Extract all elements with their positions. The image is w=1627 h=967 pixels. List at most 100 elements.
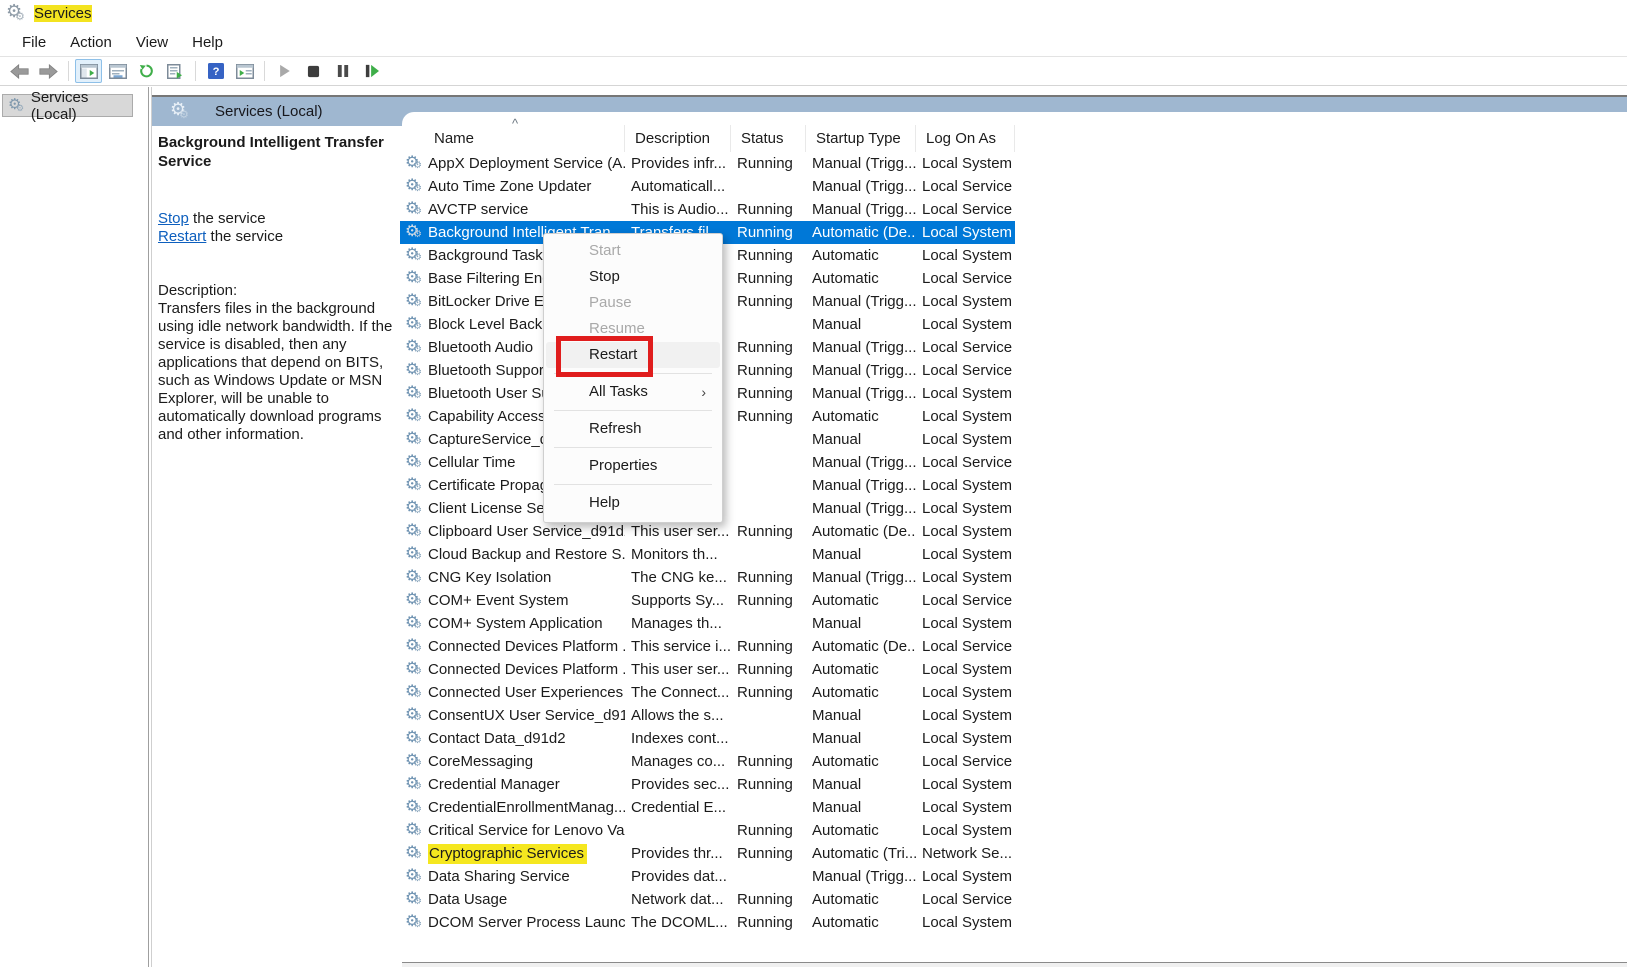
menu-view[interactable]: View bbox=[124, 32, 180, 54]
table-row[interactable]: ⚙⚙ConsentUX User Service_d91...Allows th… bbox=[400, 704, 1015, 727]
service-gear-icon: ⚙⚙ bbox=[404, 821, 428, 841]
refresh-button[interactable] bbox=[133, 59, 160, 83]
cell-status: Running bbox=[731, 247, 806, 264]
table-row[interactable]: ⚙⚙COM+ System ApplicationManages th...Ma… bbox=[400, 612, 1015, 635]
cell-startup-type: Automatic bbox=[806, 684, 916, 701]
service-gear-icon: ⚙⚙ bbox=[404, 407, 428, 427]
service-name: CaptureService_d9 bbox=[428, 431, 556, 448]
column-header-startup-type[interactable]: Startup Type bbox=[806, 125, 916, 152]
toolbar: ? bbox=[0, 56, 1627, 86]
cell-name: ⚙⚙Data Sharing Service bbox=[400, 867, 625, 887]
column-header-status[interactable]: Status bbox=[731, 125, 806, 152]
pause-service-button[interactable] bbox=[329, 59, 356, 83]
table-row[interactable]: ⚙⚙CredentialEnrollmentManag...Credential… bbox=[400, 796, 1015, 819]
show-action-pane-icon bbox=[236, 64, 254, 79]
cell-status: Running bbox=[731, 845, 806, 862]
service-name: Base Filtering Eng bbox=[428, 270, 551, 287]
cell-log-on-as: Local Service bbox=[916, 891, 1015, 908]
cell-status: Running bbox=[731, 822, 806, 839]
cell-description: The Connect... bbox=[625, 684, 731, 701]
service-name: Connected Devices Platform ... bbox=[428, 661, 625, 678]
restart-service-link[interactable]: Restart bbox=[158, 228, 206, 245]
table-row[interactable]: ⚙⚙Connected Devices Platform ...This ser… bbox=[400, 635, 1015, 658]
table-row[interactable]: ⚙⚙DCOM Server Process Launc...The DCOML.… bbox=[400, 911, 1015, 934]
column-header-description[interactable]: Description bbox=[625, 125, 731, 152]
cell-startup-type: Manual bbox=[806, 615, 916, 632]
table-row[interactable]: ⚙⚙Data UsageNetwork dat...RunningAutomat… bbox=[400, 888, 1015, 911]
cell-status: Running bbox=[731, 776, 806, 793]
cell-status: Running bbox=[731, 224, 806, 241]
service-gear-icon: ⚙⚙ bbox=[404, 246, 428, 266]
context-menu-item-stop[interactable]: Stop bbox=[544, 264, 722, 290]
cell-log-on-as: Local Service bbox=[916, 454, 1015, 471]
table-row[interactable]: ⚙⚙Cloud Backup and Restore S...Monitors … bbox=[400, 543, 1015, 566]
cell-startup-type: Manual (Trigg... bbox=[806, 454, 916, 471]
context-menu-item-pause[interactable]: Pause bbox=[544, 290, 722, 316]
service-gear-icon: ⚙⚙ bbox=[404, 315, 428, 335]
table-row[interactable]: ⚙⚙AppX Deployment Service (A...Provides … bbox=[400, 152, 1015, 175]
restart-service-button[interactable] bbox=[358, 59, 385, 83]
column-header-log-on-as[interactable]: Log On As bbox=[916, 125, 1015, 152]
cell-name: ⚙⚙CoreMessaging bbox=[400, 752, 625, 772]
service-name: CredentialEnrollmentManag... bbox=[428, 799, 625, 816]
context-menu-item-resume[interactable]: Resume bbox=[544, 316, 722, 342]
toolbar-separator bbox=[264, 61, 265, 81]
cell-startup-type: Automatic bbox=[806, 592, 916, 609]
table-row[interactable]: ⚙⚙CoreMessagingManages co...RunningAutom… bbox=[400, 750, 1015, 773]
table-row[interactable]: ⚙⚙Clipboard User Service_d91d2This user … bbox=[400, 520, 1015, 543]
cell-log-on-as: Local Service bbox=[916, 339, 1015, 356]
menu-action[interactable]: Action bbox=[58, 32, 124, 54]
cell-name: ⚙⚙Auto Time Zone Updater bbox=[400, 177, 625, 197]
table-row[interactable]: ⚙⚙CNG Key IsolationThe CNG ke...RunningM… bbox=[400, 566, 1015, 589]
table-row[interactable]: ⚙⚙Contact Data_d91d2Indexes cont...Manua… bbox=[400, 727, 1015, 750]
service-gear-icon: ⚙⚙ bbox=[404, 200, 428, 220]
cell-startup-type: Automatic bbox=[806, 822, 916, 839]
export-list-button[interactable] bbox=[162, 59, 189, 83]
cell-description: Monitors th... bbox=[625, 546, 731, 563]
forward-arrow-button[interactable] bbox=[35, 59, 62, 83]
sidebar-item-services-local[interactable]: ⚙ ⚙ Services (Local) bbox=[2, 94, 133, 117]
cell-status: Running bbox=[731, 638, 806, 655]
table-row[interactable]: ⚙⚙Cryptographic ServicesProvides thr...R… bbox=[400, 842, 1015, 865]
context-menu-item-properties[interactable]: Properties bbox=[544, 453, 722, 479]
start-service-button[interactable] bbox=[271, 59, 298, 83]
sidebar-item-label: Services (Local) bbox=[31, 89, 132, 123]
result-pane-title: Services (Local) bbox=[215, 103, 323, 120]
table-row[interactable]: ⚙⚙Connected User Experiences ...The Conn… bbox=[400, 681, 1015, 704]
cell-log-on-as: Local Service bbox=[916, 178, 1015, 195]
help-button[interactable]: ? bbox=[202, 59, 229, 83]
cell-startup-type: Manual bbox=[806, 546, 916, 563]
table-row[interactable]: ⚙⚙Credential ManagerProvides sec...Runni… bbox=[400, 773, 1015, 796]
stop-service-link[interactable]: Stop bbox=[158, 210, 189, 227]
cell-status: Running bbox=[731, 270, 806, 287]
context-menu-item-restart[interactable]: Restart bbox=[546, 342, 720, 368]
context-menu-item-help[interactable]: Help bbox=[544, 490, 722, 516]
cell-startup-type: Automatic (Tri... bbox=[806, 845, 916, 862]
cell-startup-type: Automatic (De... bbox=[806, 523, 916, 540]
context-menu-item-all-tasks[interactable]: All Tasks› bbox=[544, 379, 722, 405]
toolbar-separator bbox=[68, 61, 69, 81]
stop-link-suffix: the service bbox=[189, 210, 266, 227]
table-row[interactable]: ⚙⚙Critical Service for Lenovo Va...Runni… bbox=[400, 819, 1015, 842]
show-action-pane-button[interactable] bbox=[231, 59, 258, 83]
service-name: BitLocker Drive Er bbox=[428, 293, 549, 310]
table-row[interactable]: ⚙⚙Connected Devices Platform ...This use… bbox=[400, 658, 1015, 681]
column-header-name[interactable]: Name ^ bbox=[400, 125, 625, 152]
show-console-tree-button[interactable] bbox=[75, 59, 102, 83]
properties-button[interactable] bbox=[104, 59, 131, 83]
context-menu-item-start[interactable]: Start bbox=[544, 238, 722, 264]
menu-file[interactable]: File bbox=[10, 32, 58, 54]
context-menu-item-refresh[interactable]: Refresh bbox=[544, 416, 722, 442]
cell-startup-type: Automatic (De... bbox=[806, 638, 916, 655]
cell-description: Allows the s... bbox=[625, 707, 731, 724]
menu-help[interactable]: Help bbox=[180, 32, 235, 54]
cell-log-on-as: Local System bbox=[916, 155, 1015, 172]
table-row[interactable]: ⚙⚙AVCTP serviceThis is Audio...RunningMa… bbox=[400, 198, 1015, 221]
table-row[interactable]: ⚙⚙Data Sharing ServiceProvides dat...Man… bbox=[400, 865, 1015, 888]
table-row[interactable]: ⚙⚙COM+ Event SystemSupports Sy...Running… bbox=[400, 589, 1015, 612]
cell-status: Running bbox=[731, 569, 806, 586]
back-arrow-button[interactable] bbox=[6, 59, 33, 83]
stop-service-button[interactable] bbox=[300, 59, 327, 83]
cell-status: Running bbox=[731, 201, 806, 218]
table-row[interactable]: ⚙⚙Auto Time Zone UpdaterAutomaticall...M… bbox=[400, 175, 1015, 198]
